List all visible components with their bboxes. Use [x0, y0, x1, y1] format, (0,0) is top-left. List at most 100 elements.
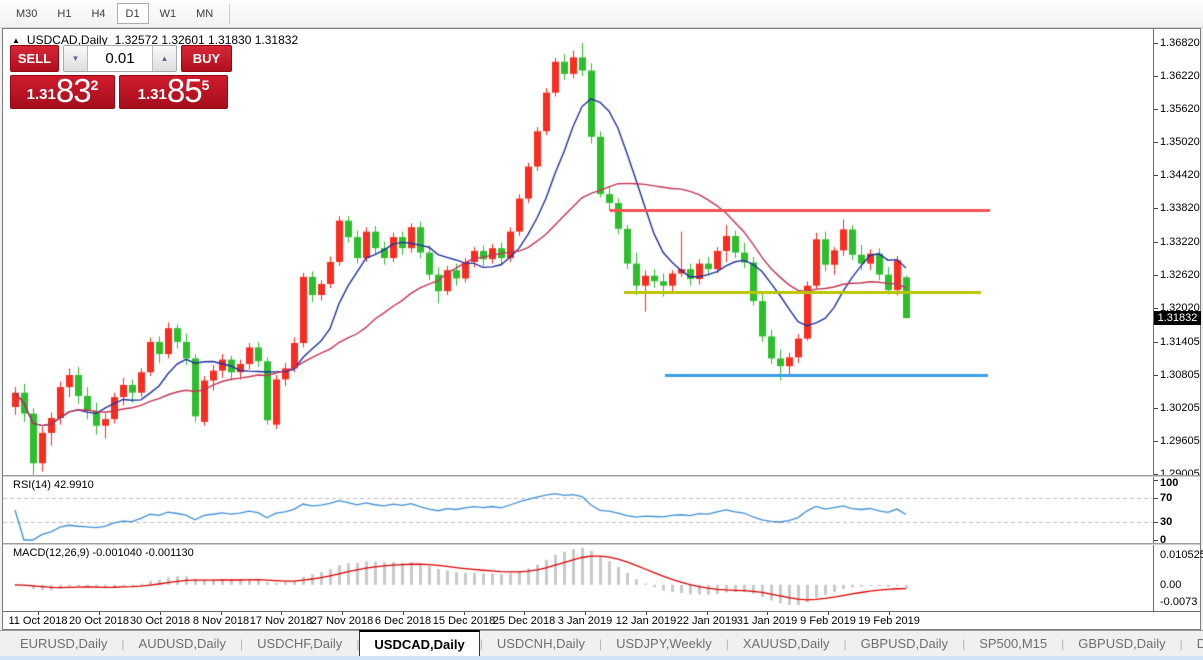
- rsi-axis-label: 100: [1160, 477, 1178, 489]
- price-axis-label: 1.35620: [1160, 103, 1200, 115]
- current-price-tag: 1.31832: [1154, 311, 1201, 325]
- date-axis: 11 Oct 201820 Oct 201830 Oct 20188 Nov 2…: [3, 611, 1200, 629]
- rsi-axis: 10070300: [1153, 477, 1200, 543]
- date-axis-label: 22 Jan 2019: [677, 615, 738, 627]
- buy-price-digits: 85: [167, 75, 202, 106]
- price-axis-label: 1.30805: [1160, 369, 1200, 381]
- timeframe-button-m30[interactable]: M30: [7, 3, 46, 24]
- rsi-pane[interactable]: RSI(14) 42.9910 10070300: [3, 477, 1200, 543]
- price-axis-tick: [1154, 342, 1158, 343]
- price-axis: 1.31832 1.36820 1.36220 1.35620 1.35020 1.34…: [1153, 29, 1200, 475]
- collapse-panel-icon[interactable]: ▲: [12, 36, 20, 45]
- sell-price-digits: 83: [56, 75, 91, 106]
- sell-price-tile[interactable]: 1.31 83 2: [10, 75, 115, 109]
- main-chart-pane[interactable]: ▲ USDCAD,Daily 1.32572 1.32601 1.31830 1…: [3, 29, 1200, 475]
- rsi-label: RSI(14) 42.9910: [13, 479, 94, 491]
- date-axis-label: 6 Dec 2018: [375, 615, 431, 627]
- volume-value[interactable]: 0.01: [88, 46, 152, 71]
- date-axis-label: 27 Nov 2018: [311, 615, 373, 627]
- price-axis-label: 1.33820: [1160, 202, 1200, 214]
- price-axis-tick: [1154, 441, 1158, 442]
- rsi-axis-tick: [1154, 522, 1158, 523]
- one-click-trade-panel: SELL ▼ 0.01 ▲ BUY 1.31 83 2 1.31 85 5: [10, 45, 232, 109]
- sell-price-pip: 2: [91, 77, 99, 93]
- buy-button[interactable]: BUY: [181, 45, 232, 72]
- price-axis-tick: [1154, 142, 1158, 143]
- price-axis-label: 1.34420: [1160, 169, 1200, 181]
- timeframe-button-mn[interactable]: MN: [187, 3, 222, 24]
- macd-axis: 0.010525 0.00 -0.0073: [1153, 545, 1200, 611]
- tab-xauusd-daily[interactable]: XAUUSD,Daily: [729, 631, 844, 656]
- tab-eurusd-daily[interactable]: EURUSD,Daily: [6, 631, 121, 656]
- date-axis-label: 25 Dec 2018: [493, 615, 555, 627]
- tab-usdcnh-daily[interactable]: USDCNH,Daily: [483, 631, 599, 656]
- rsi-axis-tick: [1154, 480, 1158, 481]
- price-axis-tick: [1154, 208, 1158, 209]
- price-axis-label: 1.33220: [1160, 236, 1200, 248]
- price-axis-label: 1.36220: [1160, 70, 1200, 82]
- date-axis-label: 12 Jan 2019: [616, 615, 677, 627]
- price-axis-tick: [1154, 275, 1158, 276]
- buy-price-prefix: 1.31: [138, 86, 167, 103]
- price-axis-label: 1.30205: [1160, 402, 1200, 414]
- date-axis-label: 3 Jan 2019: [558, 615, 612, 627]
- price-axis-label: 1.32620: [1160, 269, 1200, 281]
- price-axis-label: 1.35020: [1160, 136, 1200, 148]
- volume-decrease-button[interactable]: ▼: [64, 46, 88, 71]
- rsi-axis-tick: [1154, 498, 1158, 499]
- buy-price-pip: 5: [202, 77, 210, 93]
- price-axis-tick: [1154, 308, 1158, 309]
- macd-pane[interactable]: MACD(12,26,9) -0.001040 -0.001130 0.0105…: [3, 545, 1200, 611]
- price-axis-tick: [1154, 242, 1158, 243]
- timeframe-button-w1[interactable]: W1: [151, 3, 186, 24]
- timeframe-button-h1[interactable]: H1: [48, 3, 80, 24]
- chart-tab-bar: EURUSD,Daily|AUDUSD,Daily|USDCHF,Daily|U…: [0, 630, 1203, 656]
- price-axis-label: 1.31405: [1160, 336, 1200, 348]
- arrow-down-icon: ▼: [72, 54, 80, 63]
- price-axis-tick: [1154, 109, 1158, 110]
- price-axis-label: 1.29605: [1160, 435, 1200, 447]
- volume-increase-button[interactable]: ▲: [152, 46, 176, 71]
- price-axis-tick: [1154, 43, 1158, 44]
- tab-usdjpy-weekly[interactable]: USDJPY,Weekly: [602, 631, 726, 656]
- macd-label: MACD(12,26,9) -0.001040 -0.001130: [13, 547, 194, 559]
- date-axis-label: 31 Jan 2019: [737, 615, 798, 627]
- price-axis-label: 1.36820: [1160, 37, 1200, 49]
- tab-audusd-daily[interactable]: AUDUSD,Daily: [125, 631, 240, 656]
- toolbar-separator: [229, 4, 230, 24]
- sell-price-prefix: 1.31: [27, 86, 56, 103]
- status-strip: [0, 656, 1203, 660]
- rsi-chart: [3, 477, 1153, 543]
- date-axis-label: 8 Nov 2018: [193, 615, 249, 627]
- timeframe-button-h4[interactable]: H4: [82, 3, 114, 24]
- tab-sp500-m15[interactable]: SP500,M15: [965, 631, 1061, 656]
- tab-gbpusd-daily[interactable]: GBPUSD,Daily: [847, 631, 962, 656]
- tab-dj30-h4[interactable]: DJ30,H4: [1183, 631, 1203, 656]
- date-axis-label: 15 Dec 2018: [433, 615, 495, 627]
- date-axis-label: 19 Feb 2019: [858, 615, 920, 627]
- rsi-axis-label: 70: [1160, 492, 1172, 504]
- arrow-up-icon: ▲: [161, 54, 169, 63]
- date-axis-label: 30 Oct 2018: [130, 615, 190, 627]
- chart-window: ▲ USDCAD,Daily 1.32572 1.32601 1.31830 1…: [2, 28, 1201, 630]
- date-axis-label: 11 Oct 2018: [8, 615, 67, 627]
- tab-gbpusd-daily[interactable]: GBPUSD,Daily: [1064, 631, 1179, 656]
- buy-price-tile[interactable]: 1.31 85 5: [119, 75, 228, 109]
- macd-axis-max: 0.010525: [1160, 549, 1203, 561]
- date-axis-label: 9 Feb 2019: [800, 615, 856, 627]
- macd-axis-min: -0.0073: [1160, 596, 1197, 608]
- tab-usdchf-daily[interactable]: USDCHF,Daily: [243, 631, 356, 656]
- tab-usdcad-daily[interactable]: USDCAD,Daily: [359, 630, 479, 656]
- price-axis-tick: [1154, 175, 1158, 176]
- price-axis-tick: [1154, 76, 1158, 77]
- rsi-axis-label: 30: [1160, 516, 1172, 528]
- macd-axis-zero: 0.00: [1160, 579, 1181, 591]
- sell-button[interactable]: SELL: [10, 45, 59, 72]
- price-axis-tick: [1154, 375, 1158, 376]
- date-axis-label: 20 Oct 2018: [69, 615, 129, 627]
- date-axis-label: 17 Nov 2018: [250, 615, 312, 627]
- volume-stepper: ▼ 0.01 ▲: [63, 45, 177, 72]
- timeframe-button-d1[interactable]: D1: [117, 3, 149, 24]
- timeframe-toolbar: M30H1H4D1W1MN: [0, 0, 1203, 28]
- price-axis-tick: [1154, 408, 1158, 409]
